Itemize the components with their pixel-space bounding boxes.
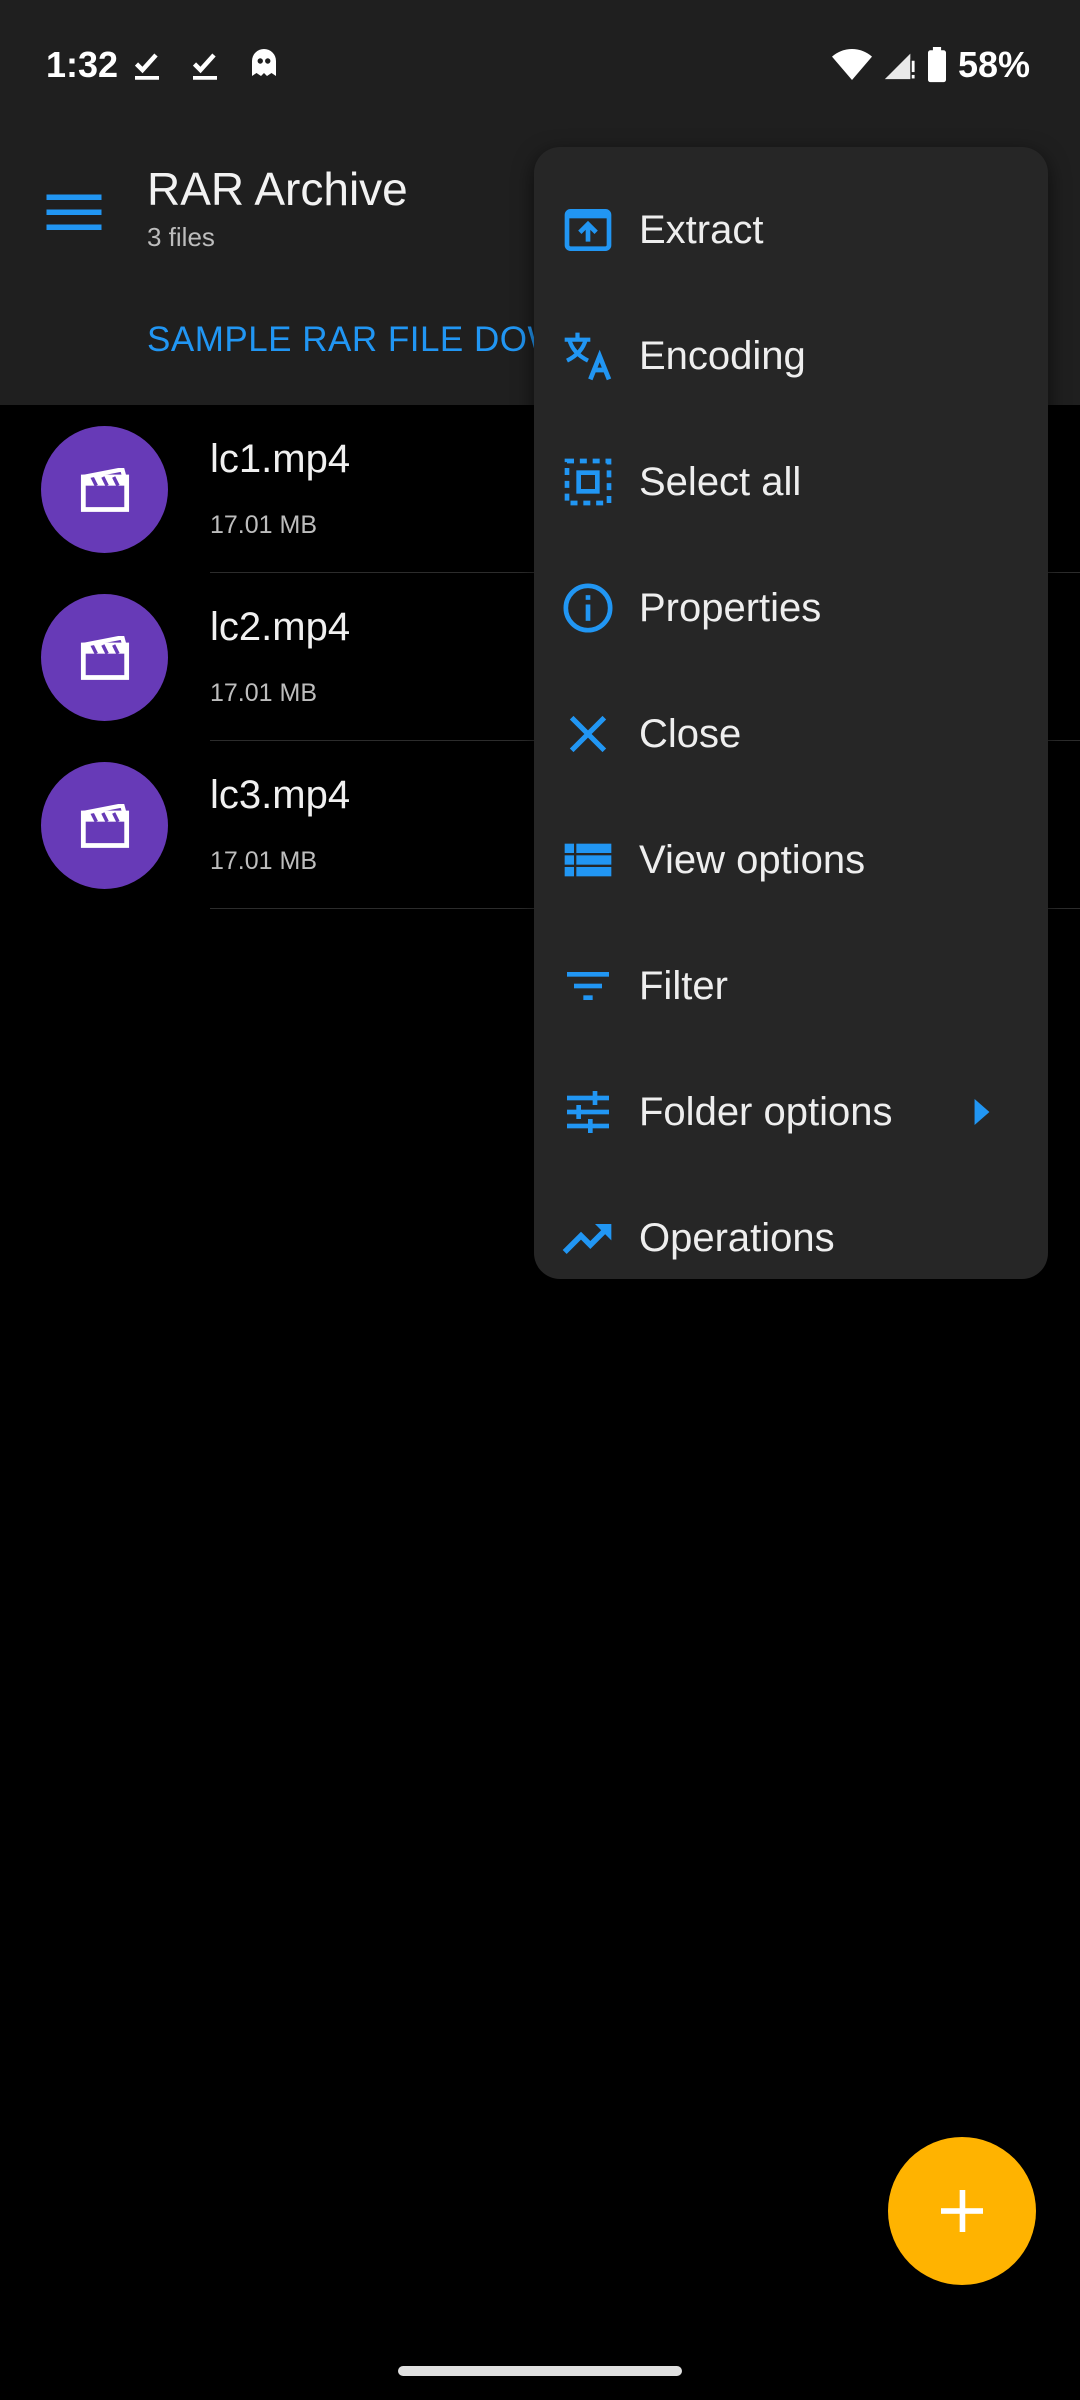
- file-avatar: [41, 594, 168, 721]
- select-all-icon: [564, 458, 612, 506]
- menu-item-label: Operations: [639, 1215, 835, 1260]
- overflow-menu: Extract Encoding Select all Properties C…: [534, 147, 1048, 1279]
- gesture-nav-handle[interactable]: [398, 2366, 682, 2376]
- menu-item-label: Filter: [639, 963, 728, 1008]
- page-title: RAR Archive: [147, 163, 408, 215]
- extract-icon: [564, 209, 612, 251]
- menu-item-folder-options[interactable]: Folder options: [534, 1049, 1048, 1175]
- menu-item-label: Encoding: [639, 333, 806, 378]
- check-icon: [134, 53, 159, 80]
- chevron-right-icon: [974, 1099, 990, 1125]
- tune-icon: [567, 1091, 609, 1133]
- menu-item-encoding[interactable]: Encoding: [534, 293, 1048, 419]
- menu-item-extract[interactable]: Extract: [534, 167, 1048, 293]
- battery-percentage: 58%: [957, 44, 1030, 85]
- translate-icon: [564, 332, 612, 381]
- file-size: 17.01 MB: [210, 511, 318, 539]
- signal-icon: [884, 53, 915, 80]
- trending-up-icon: [562, 1224, 612, 1254]
- menu-item-label: Folder options: [639, 1089, 893, 1134]
- menu-item-select-all[interactable]: Select all: [534, 419, 1048, 545]
- breadcrumb[interactable]: SAMPLE RAR FILE DOW: [147, 320, 561, 360]
- check-icon: [192, 53, 217, 80]
- menu-item-label: Properties: [639, 585, 822, 630]
- video-clapper-icon: [80, 803, 129, 848]
- ghost-icon: [252, 49, 276, 76]
- file-name: lc2.mp4: [210, 605, 351, 649]
- page-subtitle: 3 files: [147, 222, 215, 252]
- status-bar: 1:32 58%: [0, 0, 1080, 132]
- menu-item-close[interactable]: Close: [534, 671, 1048, 797]
- view-list-icon: [564, 843, 612, 877]
- status-time: 1:32: [46, 44, 119, 85]
- close-icon: [569, 715, 607, 753]
- file-name: lc3.mp4: [210, 773, 351, 817]
- info-icon: [563, 583, 613, 633]
- menu-item-label: Select all: [639, 459, 802, 504]
- menu-item-filter[interactable]: Filter: [534, 923, 1048, 1049]
- hamburger-menu-icon[interactable]: [44, 182, 104, 242]
- plus-icon: [941, 2190, 983, 2232]
- filter-icon: [567, 972, 609, 1000]
- file-avatar: [41, 426, 168, 553]
- file-avatar: [41, 762, 168, 889]
- file-size: 17.01 MB: [210, 679, 318, 707]
- status-right: 58%: [831, 44, 1030, 86]
- add-fab-button[interactable]: [888, 2137, 1036, 2285]
- video-clapper-icon: [80, 467, 129, 512]
- menu-item-label: Extract: [639, 207, 764, 252]
- file-size: 17.01 MB: [210, 847, 318, 875]
- menu-item-view-options[interactable]: View options: [534, 797, 1048, 923]
- menu-item-label: Close: [639, 711, 742, 756]
- menu-item-label: View options: [639, 837, 866, 882]
- wifi-icon: [831, 49, 872, 80]
- menu-item-operations[interactable]: Operations: [534, 1175, 1048, 1301]
- battery-icon: [927, 47, 946, 83]
- file-name: lc1.mp4: [210, 437, 351, 481]
- video-clapper-icon: [80, 635, 129, 680]
- menu-item-properties[interactable]: Properties: [534, 545, 1048, 671]
